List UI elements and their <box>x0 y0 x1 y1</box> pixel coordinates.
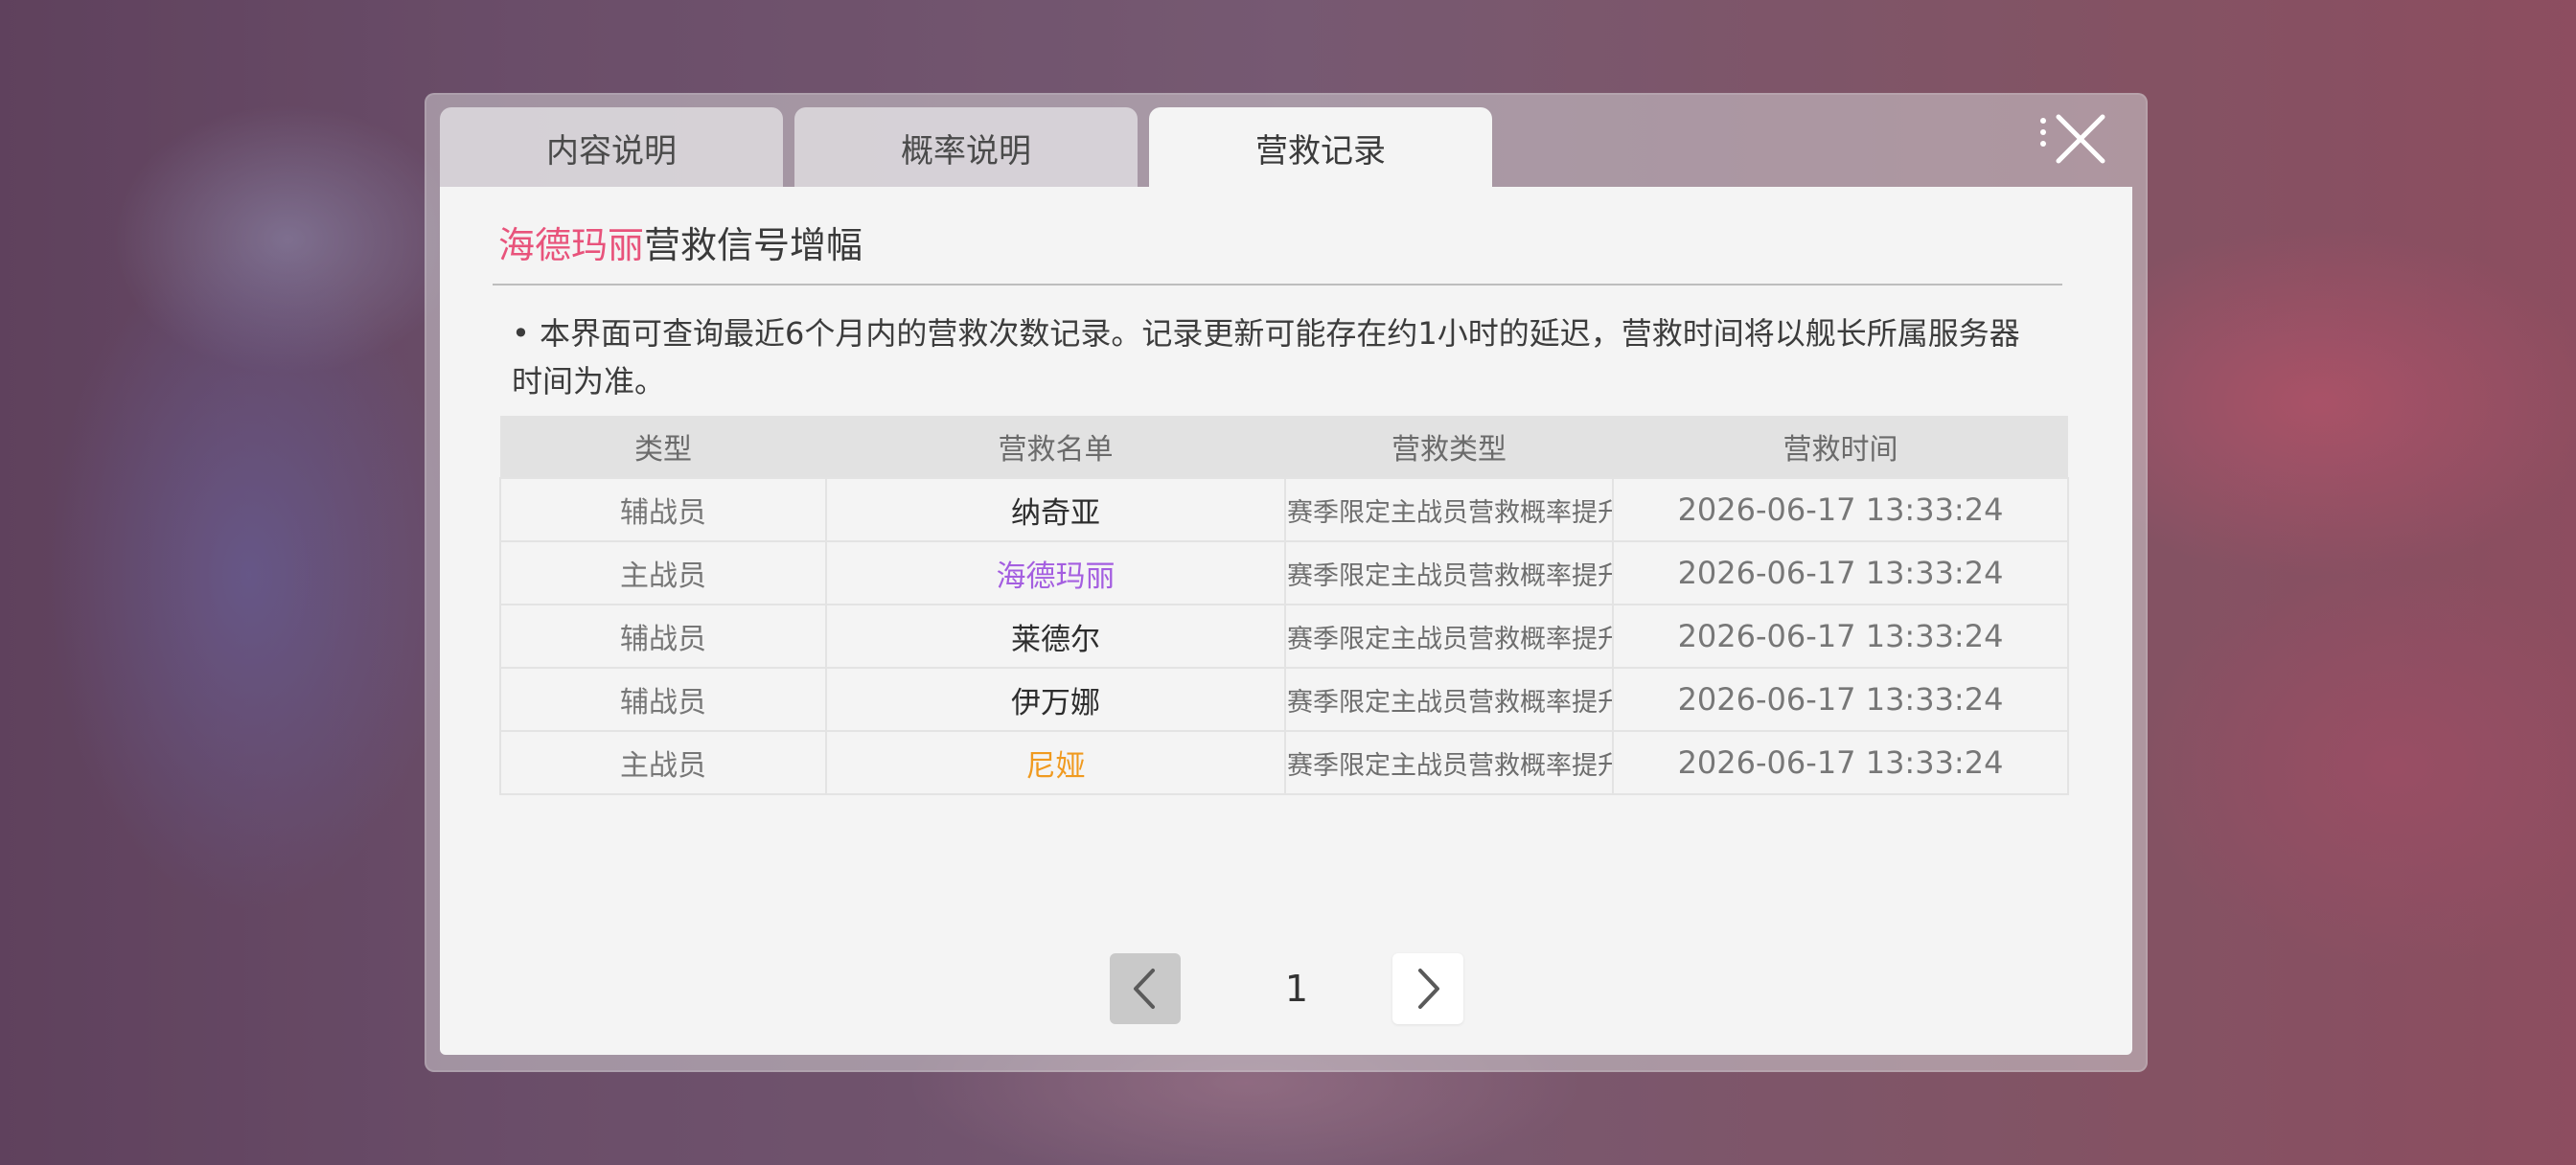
cell-rescue-type: 赛季限定主战员营救概率提升 <box>1284 667 1614 732</box>
cell-time: 2026-06-17 13:33:24 <box>1612 604 2069 669</box>
cell-time: 2026-06-17 13:33:24 <box>1612 667 2069 732</box>
cell-name: 海德玛丽 <box>825 540 1286 605</box>
notice-text: • 本界面可查询最近6个月内的营救次数记录。记录更新可能存在约1小时的延迟，营救… <box>512 315 2020 400</box>
table-row: 辅战员 莱德尔 赛季限定主战员营救概率提升 2026-06-17 13:33:2… <box>499 604 2069 669</box>
title-divider <box>493 284 2062 286</box>
title-text: 营救信号增幅 <box>644 224 863 266</box>
header-rescue-type: 营救类型 <box>1285 416 1613 478</box>
cell-rescue-type: 赛季限定主战员营救概率提升 <box>1284 604 1614 669</box>
tab-label: 概率说明 <box>901 131 1031 171</box>
tab-content-description[interactable]: 内容说明 <box>440 107 783 188</box>
chevron-left-icon <box>1134 969 1155 1009</box>
cell-type: 主战员 <box>499 540 827 605</box>
current-page-number: 1 <box>1284 968 1309 1010</box>
cell-time: 2026-06-17 13:33:24 <box>1612 730 2069 795</box>
cell-name: 莱德尔 <box>825 604 1286 669</box>
tab-label: 内容说明 <box>546 131 677 171</box>
header-rescue-list: 营救名单 <box>826 416 1285 478</box>
next-page-button[interactable] <box>1392 953 1463 1024</box>
chevron-right-icon <box>1418 969 1439 1009</box>
cell-rescue-type: 赛季限定主战员营救概率提升 <box>1284 477 1614 542</box>
cell-type: 主战员 <box>499 730 827 795</box>
table-header-row: 类型 营救名单 营救类型 营救时间 <box>500 416 2068 478</box>
title-character-name: 海德玛丽 <box>498 224 645 266</box>
cell-time: 2026-06-17 13:33:24 <box>1612 477 2069 542</box>
table-row: 辅战员 伊万娜 赛季限定主战员营救概率提升 2026-06-17 13:33:2… <box>499 667 2069 732</box>
cell-type: 辅战员 <box>499 667 827 732</box>
header-type: 类型 <box>500 416 826 478</box>
tab-label: 营救记录 <box>1255 131 1386 171</box>
cell-type: 辅战员 <box>499 604 827 669</box>
cell-rescue-type: 赛季限定主战员营救概率提升 <box>1284 540 1614 605</box>
close-icon <box>2040 114 2105 164</box>
cell-type: 辅战员 <box>499 477 827 542</box>
panel-title: 海德玛丽营救信号增幅 <box>498 216 862 268</box>
tab-probability-description[interactable]: 概率说明 <box>794 107 1138 188</box>
close-button[interactable] <box>2036 107 2118 172</box>
content-panel: 海德玛丽营救信号增幅 • 本界面可查询最近6个月内的营救次数记录。记录更新可能存… <box>440 187 2132 1055</box>
table-row: 主战员 尼娅 赛季限定主战员营救概率提升 2026-06-17 13:33:24 <box>499 730 2069 795</box>
prev-page-button[interactable] <box>1110 953 1181 1024</box>
table-row: 主战员 海德玛丽 赛季限定主战员营救概率提升 2026-06-17 13:33:… <box>499 540 2069 605</box>
cell-name: 尼娅 <box>825 730 1286 795</box>
cell-time: 2026-06-17 13:33:24 <box>1612 540 2069 605</box>
table-row: 辅战员 纳奇亚 赛季限定主战员营救概率提升 2026-06-17 13:33:2… <box>499 477 2069 542</box>
cell-name: 伊万娜 <box>825 667 1286 732</box>
rescue-record-table: 类型 营救名单 营救类型 营救时间 辅战员 纳奇亚 赛季限定主战员营救概率提升 … <box>499 416 2069 795</box>
cell-name: 纳奇亚 <box>825 477 1286 542</box>
header-rescue-time: 营救时间 <box>1613 416 2068 478</box>
tab-rescue-records[interactable]: 营救记录 <box>1149 107 1492 188</box>
cell-rescue-type: 赛季限定主战员营救概率提升 <box>1284 730 1614 795</box>
